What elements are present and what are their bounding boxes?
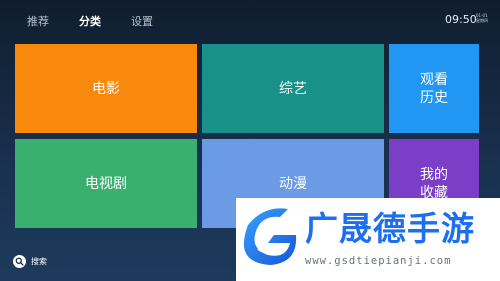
tile-tv-series-label: 电视剧 — [85, 175, 127, 192]
tile-variety-label: 综艺 — [279, 80, 307, 97]
tile-watch-history-label: 观看 历史 — [420, 71, 448, 106]
tile-movie[interactable]: 电影 — [15, 44, 197, 133]
tile-my-favorites-label: 我的 收藏 — [420, 166, 448, 201]
tab-category[interactable]: 分类 — [79, 13, 101, 29]
tile-anime-label: 动漫 — [279, 175, 307, 192]
tab-recommend[interactable]: 推荐 — [27, 13, 49, 29]
clock: 09:50 — [445, 13, 477, 26]
tile-variety[interactable]: 综艺 — [202, 44, 384, 133]
search-icon — [13, 254, 26, 268]
search-button[interactable]: 搜索 — [13, 254, 47, 268]
search-label: 搜索 — [31, 256, 47, 266]
watermark-title: 广晟德手游 — [305, 209, 475, 248]
tab-settings[interactable]: 设置 — [131, 13, 153, 29]
tile-tv-series[interactable]: 电视剧 — [15, 139, 197, 228]
tile-watch-history[interactable]: 观看 历史 — [389, 44, 479, 133]
watermark-logo-icon — [240, 203, 300, 273]
watermark-url: www.gsdtiepianji.com — [305, 255, 452, 267]
date-display: 01-01 星期四 — [476, 13, 488, 23]
tile-movie-label: 电影 — [92, 80, 120, 97]
top-nav: 推荐 分类 设置 09:50 01-01 星期四 — [0, 0, 500, 42]
